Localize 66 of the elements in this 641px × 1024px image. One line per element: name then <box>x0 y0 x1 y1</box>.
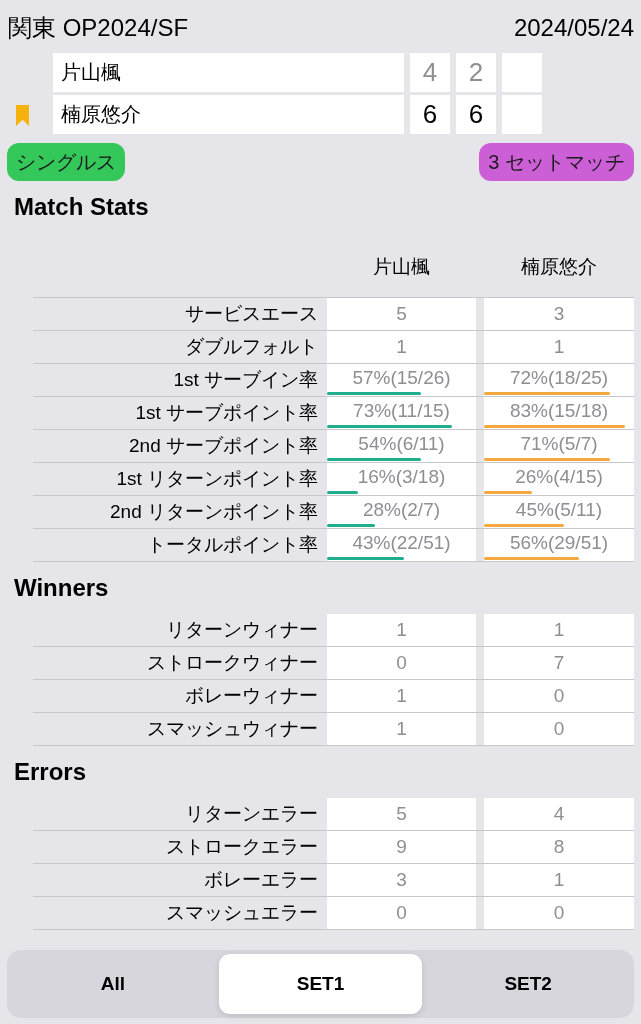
stat-label: ボレーウィナー <box>184 684 319 708</box>
set-score: 6 <box>456 95 496 134</box>
set-tab[interactable]: All <box>11 954 215 1014</box>
stat-label: リターンエラー <box>184 802 319 826</box>
category-tag: 3 セットマッチ <box>479 143 634 181</box>
stat-label: ストロークエラー <box>165 835 319 859</box>
player-column-header: 楠原悠介 <box>520 255 598 279</box>
stat-label: 1st サーブイン率 <box>172 368 319 392</box>
stat-value: 26%(4/15) <box>515 465 603 489</box>
stat-value: 1 <box>484 614 634 646</box>
stat-label: サービスエース <box>184 302 319 326</box>
stat-label: トータルポイント率 <box>146 533 319 557</box>
stat-value: 54%(6/11) <box>358 432 445 456</box>
stat-value: 56%(29/51) <box>509 531 609 555</box>
stat-label: リターンウィナー <box>165 618 319 642</box>
stat-value: 1 <box>327 713 476 745</box>
stat-label: ボレーエラー <box>203 868 319 892</box>
section-heading: Errors <box>13 757 88 787</box>
stat-value: 43%(22/51) <box>352 531 451 555</box>
stat-value: 0 <box>484 680 634 712</box>
set-tab[interactable]: SET1 <box>218 954 423 1014</box>
stat-value: 3 <box>327 864 476 896</box>
stat-value: 0 <box>327 897 476 929</box>
stat-value: 57%(15/26) <box>352 366 451 390</box>
stat-value: 9 <box>327 831 476 863</box>
stat-value: 1 <box>327 680 476 712</box>
stat-value: 1 <box>327 331 476 363</box>
stat-value: 16%(3/18) <box>357 465 446 489</box>
stat-value: 5 <box>327 298 476 330</box>
stat-value: 4 <box>484 798 634 830</box>
stat-value: 3 <box>484 298 634 330</box>
stat-value: 1 <box>327 614 476 646</box>
player-name: 片山楓 <box>53 53 404 92</box>
stat-label: 1st リターンポイント率 <box>115 467 319 491</box>
stat-label: 2nd リターンポイント率 <box>109 500 319 524</box>
stat-value: 1 <box>484 331 634 363</box>
stat-value: 45%(5/11) <box>515 498 603 522</box>
stat-value: 73%(11/15) <box>353 399 450 423</box>
stat-label: 1st サーブポイント率 <box>134 401 319 425</box>
stat-value: 7 <box>484 647 634 679</box>
stat-label: スマッシュエラー <box>165 901 319 925</box>
stat-label: スマッシュウィナー <box>146 717 319 741</box>
set-tab[interactable]: SET2 <box>426 954 630 1014</box>
stat-value: 0 <box>484 713 634 745</box>
stat-label: ダブルフォルト <box>184 335 319 359</box>
section-heading: Match Stats <box>13 192 150 222</box>
stat-label: 2nd サーブポイント率 <box>128 434 319 458</box>
set-score: 4 <box>410 53 450 92</box>
set-score: 2 <box>456 53 496 92</box>
player-column-header: 片山楓 <box>372 255 431 279</box>
stat-value: 0 <box>484 897 634 929</box>
stat-value: 72%(18/25) <box>509 366 609 390</box>
stat-value: 71%(5/7) <box>520 432 598 456</box>
section-heading: Winners <box>13 573 110 603</box>
match-date: 2024/05/24 <box>513 13 634 43</box>
stat-label: ストロークウィナー <box>146 651 319 675</box>
stat-value: 1 <box>484 864 634 896</box>
stat-value: 28%(2/7) <box>362 498 441 522</box>
category-tag: シングルス <box>7 143 125 181</box>
stat-value: 83%(15/18) <box>509 399 609 423</box>
set-score: 6 <box>410 95 450 134</box>
stat-value: 0 <box>327 647 476 679</box>
stat-value: 8 <box>484 831 634 863</box>
stat-value: 5 <box>327 798 476 830</box>
player-name: 楠原悠介 <box>53 95 404 134</box>
match-title: 関東 OP2024/SF <box>8 13 189 43</box>
